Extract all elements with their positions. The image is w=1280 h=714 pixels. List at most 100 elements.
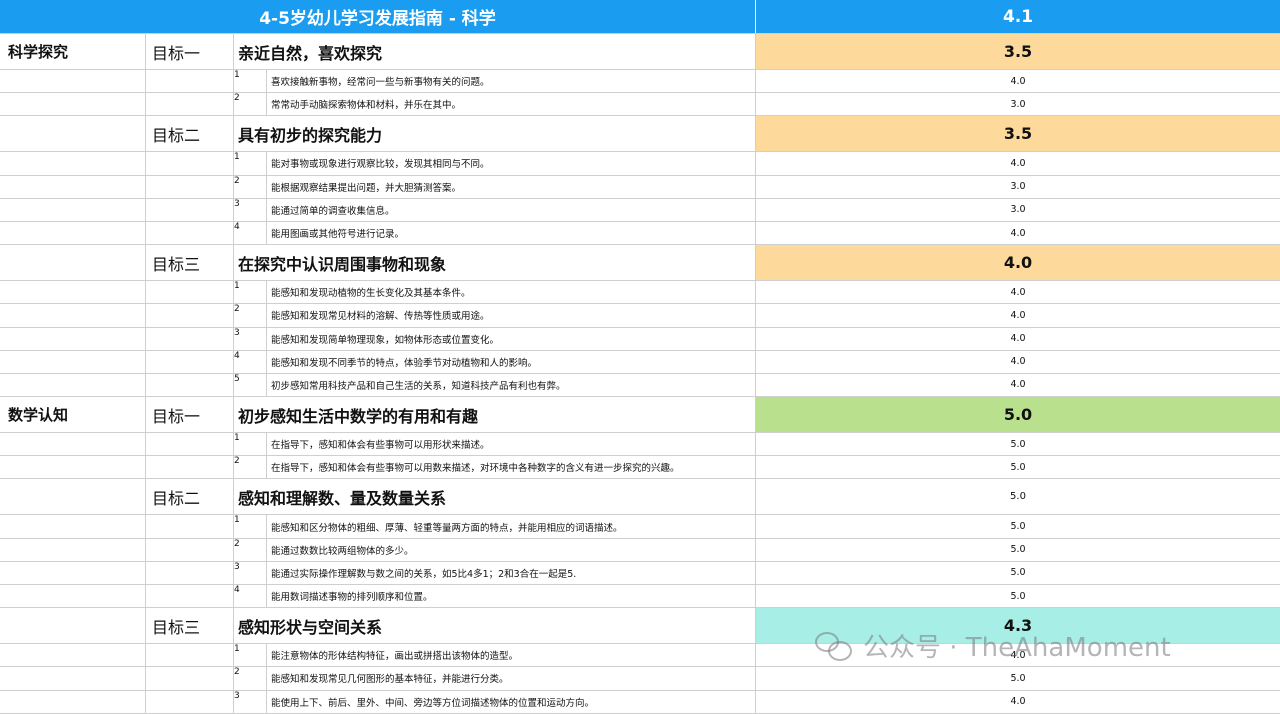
goal-score: 3.5 (756, 34, 1280, 69)
goal-row: 目标二 具有初步的探究能力 3.5 (0, 116, 1280, 153)
empty-cell (146, 198, 234, 221)
item-cell: 3 能通过简单的调查收集信息。 (234, 198, 756, 221)
item-number: 3 (234, 561, 267, 584)
item-text: 在指导下，感知和体会有些事物可以用形状来描述。 (271, 440, 490, 452)
goal-title: 感知和理解数、量及数量关系 (234, 479, 756, 515)
goal-label: 目标二 (146, 116, 234, 152)
empty-cell (146, 152, 234, 175)
item-score: 3.0 (1010, 204, 1026, 216)
domain-cell (0, 608, 146, 644)
item-cell: 1 能感知和发现动植物的生长变化及其基本条件。 (234, 281, 756, 304)
goal-label: 目标二 (146, 479, 234, 515)
item-cell: 1 在指导下，感知和体会有些事物可以用形状来描述。 (234, 433, 756, 456)
item-number: 4 (234, 585, 267, 608)
item-number: 2 (234, 538, 267, 561)
item-text: 能根据观察结果提出问题，并大胆猜测答案。 (271, 182, 462, 194)
overall-score: 4.1 (1002, 6, 1034, 27)
item-score: 5.0 (1010, 672, 1026, 684)
goal-label: 目标三 (146, 608, 234, 644)
empty-cell (0, 561, 146, 584)
empty-cell (0, 221, 146, 245)
item-text: 能对事物或现象进行观察比较，发现其相同与不同。 (271, 159, 490, 171)
item-cell: 1 能感知和区分物体的粗细、厚薄、轻重等量两方面的特点，并能用相应的词语描述。 (234, 515, 756, 538)
domain-cell: 数学认知 (0, 397, 146, 433)
item-score: 4.0 (1010, 309, 1026, 321)
domain-cell (0, 245, 146, 281)
empty-cell (146, 221, 234, 245)
empty-cell (0, 456, 146, 479)
item-text: 能感知和发现常见材料的溶解、传热等性质或用途。 (271, 311, 490, 323)
goal-score: 5.0 (1010, 491, 1026, 503)
empty-cell (146, 561, 234, 584)
item-number: 1 (234, 281, 267, 304)
table-row: 3 能使用上下、前后、里外、中间、旁边等方位词描述物体的位置和运动方向。 4.0 (0, 690, 1280, 714)
item-text: 能用数词描述事物的排列顺序和位置。 (271, 592, 433, 604)
table-row: 5 初步感知常用科技产品和自己生活的关系，知道科技产品有利也有弊。 4.0 (0, 373, 1280, 398)
empty-cell (146, 644, 234, 667)
item-text: 能通过实际操作理解数与数之间的关系，如5比4多1；2和3合在一起是5. (271, 568, 577, 580)
item-score: 5.0 (1010, 544, 1026, 556)
spreadsheet: 4-5岁幼儿学习发展指南 - 科学 4.1 科学探究 目标一 亲近自然，喜欢探究 3.… (0, 0, 1280, 714)
empty-cell (0, 175, 146, 198)
table-row: 4 能用图画或其他符号进行记录。 4.0 (0, 221, 1280, 246)
item-text: 初步感知常用科技产品和自己生活的关系，知道科技产品有利也有弊。 (271, 380, 566, 392)
table-row: 2 常常动手动脑探索物体和材料，并乐在其中。 3.0 (0, 93, 1280, 117)
item-cell: 2 能通过数数比较两组物体的多少。 (234, 538, 756, 561)
table-row: 2 能根据观察结果提出问题，并大胆猜测答案。 3.0 (0, 175, 1280, 199)
empty-cell (0, 198, 146, 221)
item-score: 3.0 (1010, 98, 1026, 110)
item-cell: 2 常常动手动脑探索物体和材料，并乐在其中。 (234, 93, 756, 116)
empty-cell (146, 690, 234, 713)
goal-score: 5.0 (756, 397, 1280, 433)
goal-row: 数学认知 目标一 初步感知生活中数学的有用和有趣 5.0 (0, 397, 1280, 434)
item-cell: 3 能使用上下、前后、里外、中间、旁边等方位词描述物体的位置和运动方向。 (234, 690, 756, 713)
empty-cell (146, 433, 234, 456)
empty-cell (0, 350, 146, 373)
item-cell: 2 能根据观察结果提出问题，并大胆猜测答案。 (234, 175, 756, 198)
item-cell: 2 能感知和发现常见材料的溶解、传热等性质或用途。 (234, 304, 756, 327)
empty-cell (0, 667, 146, 690)
empty-cell (146, 585, 234, 608)
item-number: 2 (234, 456, 267, 479)
item-text: 常常动手动脑探索物体和材料，并乐在其中。 (271, 100, 462, 112)
empty-cell (146, 304, 234, 327)
item-text: 能注意物体的形体结构特征，画出或拼搭出该物体的造型。 (271, 651, 519, 663)
item-text: 能感知和发现常见几何图形的基本特征，并能进行分类。 (271, 674, 509, 686)
empty-cell (146, 281, 234, 304)
empty-cell (146, 667, 234, 690)
table-row: 2 能感知和发现常见几何图形的基本特征，并能进行分类。 5.0 (0, 667, 1280, 691)
empty-cell (0, 373, 146, 397)
table-row: 3 能感知和发现简单物理现象，如物体形态或位置变化。 4.0 (0, 327, 1280, 351)
empty-cell (0, 281, 146, 304)
empty-cell (0, 433, 146, 456)
item-text: 能通过数数比较两组物体的多少。 (271, 545, 414, 557)
domain-cell (0, 116, 146, 152)
goal-label: 目标一 (146, 397, 234, 433)
empty-cell (0, 327, 146, 350)
table-row: 2 在指导下，感知和体会有些事物可以用数来描述，对环境中各种数字的含义有进一步探究… (0, 456, 1280, 480)
item-cell: 5 初步感知常用科技产品和自己生活的关系，知道科技产品有利也有弊。 (234, 373, 756, 397)
sheet-title: 4-5岁幼儿学习发展指南 - 科学 (0, 0, 756, 33)
empty-cell (146, 70, 234, 93)
table-row: 2 能感知和发现常见材料的溶解、传热等性质或用途。 4.0 (0, 304, 1280, 328)
item-number: 2 (234, 175, 267, 198)
empty-cell (0, 93, 146, 116)
item-text: 能使用上下、前后、里外、中间、旁边等方位词描述物体的位置和运动方向。 (271, 697, 595, 709)
item-number: 4 (234, 350, 267, 373)
goal-title: 感知形状与空间关系 (234, 608, 756, 644)
goal-label: 目标一 (146, 34, 234, 69)
item-score: 5.0 (1010, 567, 1026, 579)
table-row: 1 在指导下，感知和体会有些事物可以用形状来描述。 5.0 (0, 433, 1280, 457)
goal-title: 具有初步的探究能力 (234, 116, 756, 152)
goal-row: 目标三 感知形状与空间关系 4.3 (0, 608, 1280, 645)
item-text: 能感知和发现动植物的生长变化及其基本条件。 (271, 288, 471, 300)
item-text: 能用图画或其他符号进行记录。 (271, 229, 405, 241)
goal-row: 目标三 在探究中认识周围事物和现象 4.0 (0, 245, 1280, 282)
goal-row: 目标二 感知和理解数、量及数量关系 5.0 (0, 479, 1280, 516)
item-number: 2 (234, 304, 267, 327)
table-row: 4 能感知和发现不同季节的特点，体验季节对动植物和人的影响。 4.0 (0, 350, 1280, 374)
goal-score: 4.3 (756, 608, 1280, 644)
goal-title: 亲近自然，喜欢探究 (234, 34, 756, 69)
empty-cell (0, 304, 146, 327)
item-cell: 2 在指导下，感知和体会有些事物可以用数来描述，对环境中各种数字的含义有进一步探究… (234, 456, 756, 479)
